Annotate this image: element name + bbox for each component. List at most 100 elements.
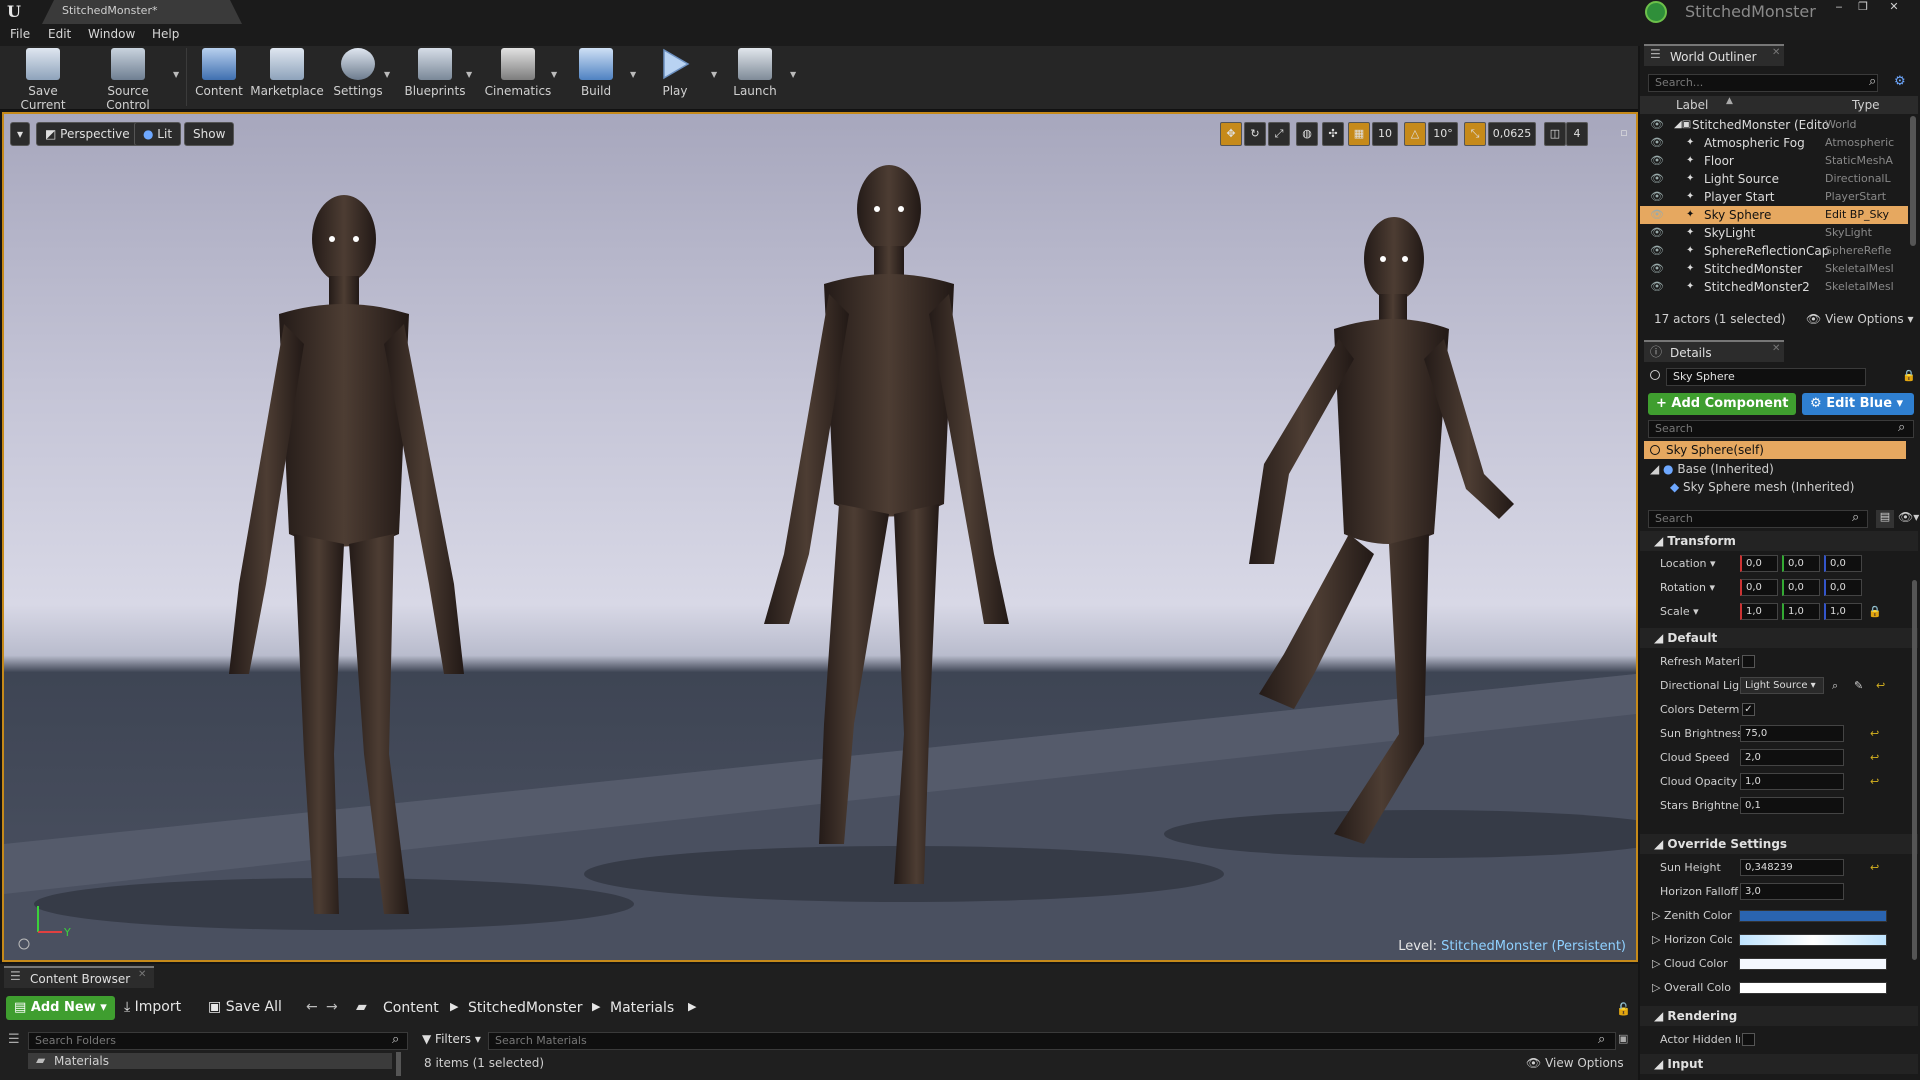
show-button[interactable]: Show (184, 122, 235, 146)
build-dropdown-icon[interactable]: ▼ (630, 70, 638, 79)
cinematics-button[interactable]: Cinematics (482, 48, 554, 106)
scale-x[interactable]: 1,0 (1740, 603, 1778, 620)
breadcrumb-stitchedmonster[interactable]: StitchedMonster (468, 1000, 583, 1016)
outliner-row[interactable]: 👁 ✦ StitchedMonster SkeletalMesl (1640, 260, 1908, 278)
visibility-eye-icon[interactable]: 👁 (1650, 188, 1664, 206)
world-space-icon[interactable]: ◍ (1296, 122, 1318, 146)
scale-snap-value[interactable]: 0,0625 (1488, 122, 1536, 146)
location-x[interactable]: 0,0 (1740, 555, 1778, 572)
component-search-input[interactable]: Search (1648, 420, 1914, 438)
marketplace-button[interactable]: Marketplace (250, 48, 324, 106)
history-back-icon[interactable]: ← (306, 999, 318, 1015)
details-tab-close-icon[interactable]: ✕ (1772, 343, 1780, 354)
outliner-row[interactable]: 👁 ✦ Atmospheric Fog Atmospheric (1640, 134, 1908, 152)
property-search-input[interactable]: Search (1648, 510, 1868, 528)
scale-snap-icon[interactable]: ⤡ (1464, 122, 1486, 146)
lit-button[interactable]: ● Lit (134, 122, 182, 146)
content-button[interactable]: Content (192, 48, 246, 106)
location-y[interactable]: 0,0 (1782, 555, 1820, 572)
reset-arrow-icon[interactable]: ↩ (1876, 674, 1885, 698)
visibility-eye-icon[interactable]: 👁 (1650, 152, 1664, 170)
outliner-row[interactable]: 👁 ✦ Sky Sphere Edit BP_Sky (1640, 206, 1908, 224)
save-all-button[interactable]: ▣ Save All (208, 999, 282, 1015)
visibility-eye-icon[interactable]: 👁 (1650, 134, 1664, 152)
reset-arrow-icon[interactable]: ↩ (1870, 770, 1879, 794)
overall-color-swatch[interactable] (1739, 982, 1887, 994)
maximize-viewport-icon[interactable]: ▫ (1616, 122, 1632, 146)
outliner-row[interactable]: 👁 ✦ SkyLight SkyLight (1640, 224, 1908, 242)
scale-z[interactable]: 1,0 (1824, 603, 1862, 620)
property-view-icon[interactable]: 👁▾ (1898, 510, 1919, 524)
visibility-eye-icon[interactable]: 👁 (1650, 260, 1664, 278)
outliner-view-options[interactable]: 👁 View Options ▾ (1806, 312, 1914, 326)
rotate-tool-icon[interactable]: ↻ (1244, 122, 1266, 146)
cinematics-dropdown-icon[interactable]: ▼ (551, 70, 559, 79)
outliner-row[interactable]: 👁 ✦ Light Source DirectionalL (1640, 170, 1908, 188)
component-mesh[interactable]: ◆ Sky Sphere mesh (Inherited) (1670, 480, 1854, 494)
horizon-color-label[interactable]: ▷ Horizon Color (1652, 928, 1732, 952)
launch-button[interactable]: Launch (726, 48, 784, 106)
directional-light-select[interactable]: Light Source ▾ (1740, 677, 1824, 694)
world-outliner-tab[interactable]: World Outliner (1644, 44, 1784, 66)
location-label[interactable]: Location ▾ (1660, 552, 1740, 576)
refresh-material-checkbox[interactable] (1742, 655, 1755, 668)
grid-snap-icon[interactable]: ▦ (1348, 122, 1370, 146)
history-forward-icon[interactable]: → (326, 999, 338, 1015)
filters-button[interactable]: ▼ Filters ▾ (422, 1032, 481, 1046)
rotation-x[interactable]: 0,0 (1740, 579, 1778, 596)
overall-color-label[interactable]: ▷ Overall Color (1652, 976, 1732, 1000)
outliner-tab-close-icon[interactable]: ✕ (1772, 47, 1780, 58)
rotation-snap-icon[interactable]: △ (1404, 122, 1426, 146)
details-tab[interactable]: Details (1644, 340, 1784, 362)
edit-blueprint-button[interactable]: ⚙ Edit Blue ▾ (1802, 393, 1914, 415)
settings-button[interactable]: Settings (330, 48, 386, 106)
horizon-color-swatch[interactable] (1739, 934, 1887, 946)
source-control-dropdown-icon[interactable]: ▼ (173, 70, 181, 79)
horizon-falloff-field[interactable]: 3,0 (1740, 883, 1844, 900)
property-matrix-icon[interactable]: ▤ (1876, 510, 1894, 528)
outliner-col-type[interactable]: Type (1852, 98, 1880, 112)
folder-scrollbar[interactable] (396, 1052, 401, 1076)
source-control-button[interactable]: Source Control (86, 48, 170, 112)
outliner-settings-icon[interactable]: ⚙ (1894, 74, 1906, 89)
content-browser-close-icon[interactable]: ✕ (138, 969, 146, 980)
visibility-eye-icon[interactable]: 👁 (1650, 116, 1664, 134)
search-materials-input[interactable]: Search Materials (488, 1032, 1616, 1050)
outliner-row[interactable]: 👁 ✦ Player Start PlayerStart (1640, 188, 1908, 206)
menu-window[interactable]: Window (88, 27, 135, 41)
override-settings-section[interactable]: ◢ Override Settings (1640, 834, 1918, 854)
close-button[interactable]: ✕ (1883, 0, 1905, 16)
search-folders-input[interactable]: Search Folders (28, 1032, 408, 1050)
translate-tool-icon[interactable]: ✥ (1220, 122, 1242, 146)
actor-name-field[interactable]: Sky Sphere (1666, 368, 1866, 386)
maximize-button[interactable]: ❐ (1852, 0, 1874, 16)
cloud-opacity-field[interactable]: 1,0 (1740, 773, 1844, 790)
play-dropdown-icon[interactable]: ▼ (711, 70, 719, 79)
colors-determined-checkbox[interactable]: ✓ (1742, 703, 1755, 716)
outliner-col-label[interactable]: Label (1676, 98, 1708, 112)
default-section[interactable]: ◢ Default (1640, 628, 1918, 648)
camera-speed-value[interactable]: 4 (1566, 122, 1588, 146)
build-button[interactable]: Build (570, 48, 622, 106)
rotation-y[interactable]: 0,0 (1782, 579, 1820, 596)
scale-y[interactable]: 1,0 (1782, 603, 1820, 620)
sun-height-field[interactable]: 0,348239 (1740, 859, 1844, 876)
viewport-options-button[interactable]: ▾ (10, 122, 31, 146)
browse-icon[interactable]: ⌕ (1832, 674, 1838, 698)
outliner-scrollbar[interactable] (1910, 116, 1916, 246)
cloud-speed-field[interactable]: 2,0 (1740, 749, 1844, 766)
reset-arrow-icon[interactable]: ↩ (1870, 722, 1879, 746)
details-scrollbar[interactable] (1912, 580, 1917, 960)
component-base[interactable]: ◢ ● Base (Inherited) (1650, 462, 1774, 476)
reset-arrow-icon[interactable]: ↩ (1870, 856, 1879, 880)
folder-materials[interactable]: Materials (28, 1053, 392, 1069)
reset-arrow-icon[interactable]: ↩ (1870, 746, 1879, 770)
add-component-button[interactable]: + Add Component (1648, 393, 1797, 415)
outliner-row[interactable]: 👁 ◢▣ StitchedMonster (Edito World (1640, 116, 1908, 134)
outliner-row[interactable]: 👁 ✦ Floor StaticMeshA (1640, 152, 1908, 170)
launch-dropdown-icon[interactable]: ▼ (790, 70, 798, 79)
rendering-section[interactable]: ◢ Rendering (1640, 1006, 1918, 1026)
scale-label[interactable]: Scale ▾ (1660, 600, 1740, 624)
outliner-row[interactable]: 👁 ✦ SphereReflectionCap SphereRefle (1640, 242, 1908, 260)
outliner-search-input[interactable]: Search... (1648, 74, 1878, 92)
